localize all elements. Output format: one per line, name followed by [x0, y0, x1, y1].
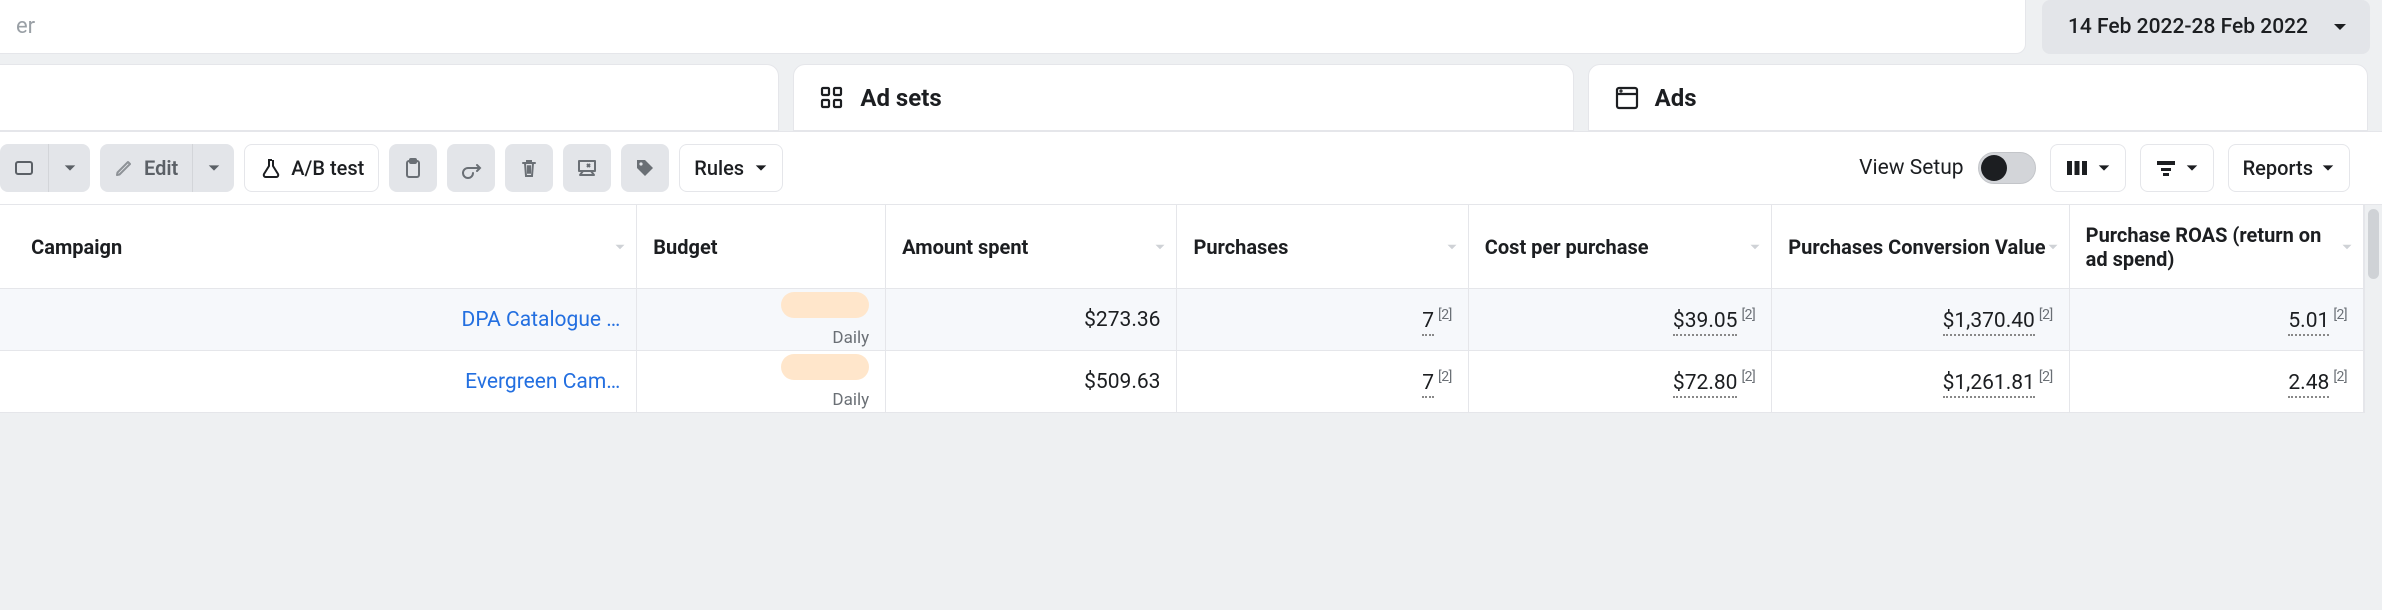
edit-button[interactable]: Edit	[100, 144, 192, 192]
edit-caret[interactable]	[192, 144, 234, 192]
chevron-down-icon	[2185, 161, 2199, 175]
create-caret[interactable]	[48, 144, 90, 192]
roas-cell: 5.01[2]	[2070, 289, 2364, 351]
pencil-icon	[114, 158, 134, 178]
col-campaign[interactable]: Campaign	[15, 205, 637, 289]
sort-caret-icon	[2047, 241, 2059, 253]
rules-button[interactable]: Rules	[679, 144, 783, 192]
view-setup: View Setup	[1859, 152, 2035, 184]
search-fragment: er	[16, 14, 35, 39]
clipboard-icon	[403, 157, 423, 179]
columns-icon	[2065, 158, 2089, 178]
flask-icon	[259, 157, 281, 179]
tab-ads[interactable]: Ads	[1588, 64, 2368, 132]
amount-spent-cell: $273.36	[886, 289, 1177, 351]
sort-caret-icon	[614, 241, 626, 253]
col-amount-spent[interactable]: Amount spent	[886, 205, 1177, 289]
tag-button[interactable]	[621, 144, 669, 192]
toolbar: Edit A/B test	[0, 132, 2382, 205]
vertical-scrollbar[interactable]	[2364, 205, 2382, 413]
view-setup-label: View Setup	[1859, 156, 1963, 180]
chevron-down-icon	[2321, 161, 2335, 175]
ads-icon	[1613, 84, 1641, 112]
budget-period: Daily	[653, 328, 869, 348]
duplicate-button[interactable]	[389, 144, 437, 192]
sort-caret-icon	[1446, 241, 1458, 253]
chevron-down-icon	[2332, 19, 2348, 35]
amount-spent-cell: $509.63	[886, 351, 1177, 413]
ab-test-label: A/B test	[291, 156, 364, 180]
col-cost-per-purchase[interactable]: Cost per purchase	[1469, 205, 1772, 289]
campaign-table: Campaign Budget Amount spent Purchases	[0, 205, 2364, 413]
col-status	[0, 205, 15, 289]
reports-button[interactable]: Reports	[2228, 144, 2350, 192]
tag-icon	[634, 157, 656, 179]
revert-button[interactable]	[447, 144, 495, 192]
campaign-name[interactable]: Evergreen Cam…	[15, 351, 637, 413]
tab-campaigns[interactable]	[0, 64, 779, 132]
row-status	[0, 289, 15, 351]
create-button[interactable]	[0, 144, 48, 192]
sort-caret-icon	[1749, 241, 1761, 253]
breakdown-icon	[2155, 158, 2177, 178]
roas-cell: 2.48[2]	[2070, 351, 2364, 413]
budget-redacted	[781, 354, 869, 380]
adsets-icon	[818, 84, 846, 112]
columns-button[interactable]	[2050, 144, 2126, 192]
export-icon	[576, 158, 598, 178]
ab-test-button[interactable]: A/B test	[244, 144, 379, 192]
row-status	[0, 351, 15, 413]
pcv-cell: $1,370.40[2]	[1772, 289, 2069, 351]
budget-redacted	[781, 292, 869, 318]
export-button[interactable]	[563, 144, 611, 192]
chevron-down-icon	[2097, 161, 2111, 175]
toggle-knob	[1981, 155, 2007, 181]
cpp-cell: $39.05[2]	[1469, 289, 1772, 351]
scrollbar-thumb[interactable]	[2368, 209, 2379, 279]
col-roas[interactable]: Purchase ROAS (return on ad spend)	[2070, 205, 2364, 289]
sort-caret-icon	[1154, 241, 1166, 253]
purchases-cell: 7[2]	[1177, 289, 1468, 351]
sort-caret-icon	[2341, 241, 2353, 253]
budget-cell: Daily	[637, 351, 886, 413]
chevron-down-icon	[754, 161, 768, 175]
budget-cell: Daily	[637, 289, 886, 351]
table-row[interactable]: DPA Catalogue … Daily $273.36 7[2] $39.0…	[0, 289, 2364, 351]
cpp-cell: $72.80[2]	[1469, 351, 1772, 413]
delete-button[interactable]	[505, 144, 553, 192]
tab-ad-sets-label: Ad sets	[860, 84, 941, 112]
campaign-name[interactable]: DPA Catalogue …	[15, 289, 637, 351]
pcv-cell: $1,261.81[2]	[1772, 351, 2069, 413]
create-split	[0, 144, 90, 192]
col-purchases[interactable]: Purchases	[1177, 205, 1468, 289]
tab-ad-sets[interactable]: Ad sets	[793, 64, 1573, 132]
reports-label: Reports	[2243, 156, 2313, 180]
edit-label: Edit	[144, 156, 178, 180]
view-setup-toggle[interactable]	[1978, 152, 2036, 184]
undo-icon	[460, 157, 482, 179]
col-purchases-conversion-value[interactable]: Purchases Conversion Value	[1772, 205, 2069, 289]
col-budget[interactable]: Budget	[637, 205, 886, 289]
date-range-label: 14 Feb 2022-28 Feb 2022	[2068, 15, 2308, 39]
search-input[interactable]: er	[0, 0, 2026, 54]
date-range-picker[interactable]: 14 Feb 2022-28 Feb 2022	[2042, 0, 2370, 54]
rules-label: Rules	[694, 156, 744, 180]
breakdown-button[interactable]	[2140, 144, 2214, 192]
table-row[interactable]: Evergreen Cam… Daily $509.63 7[2] $72.80…	[0, 351, 2364, 413]
trash-icon	[519, 157, 539, 179]
purchases-cell: 7[2]	[1177, 351, 1468, 413]
budget-period: Daily	[653, 390, 869, 410]
edit-split: Edit	[100, 144, 234, 192]
tab-ads-label: Ads	[1655, 84, 1697, 112]
